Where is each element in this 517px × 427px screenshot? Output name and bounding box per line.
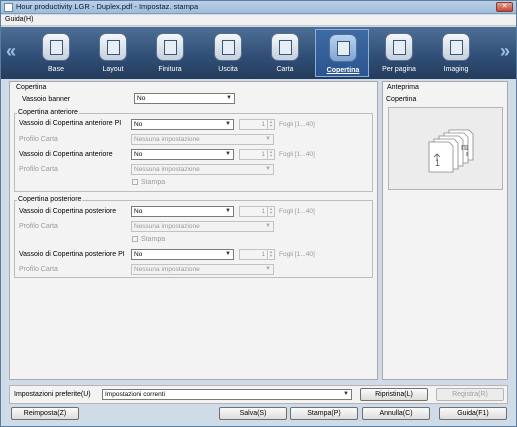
- paper-icon: [271, 33, 299, 61]
- tab-label: Finitura: [158, 66, 182, 73]
- restore-button[interactable]: Ripristina(L): [360, 388, 428, 401]
- tab-label: Imaging: [443, 66, 469, 73]
- save-button[interactable]: Salva(S): [219, 407, 287, 420]
- back-pi-profile-select[interactable]: Nessuna impostazione ▼: [131, 264, 274, 275]
- cover-preview-icon: n 1 1: [428, 129, 474, 173]
- preview-page-label-last: 1: [465, 145, 469, 152]
- tab-base[interactable]: Base: [29, 29, 83, 77]
- back-pi-tray-label: Vassoio di Copertina posteriore PI: [19, 251, 125, 258]
- base-icon: [42, 33, 70, 61]
- favorites-label: Impostazioni preferite(U): [14, 391, 91, 398]
- tab-label: Per pagina: [382, 66, 416, 73]
- imaging-icon: [442, 33, 470, 61]
- front-pi-sheets-stepper[interactable]: 1 ▲ ▼: [239, 119, 275, 130]
- back-profile-select[interactable]: Nessuna impostazione ▼: [131, 221, 274, 232]
- cover-title: Copertina: [15, 84, 48, 91]
- print-settings-window: Hour productivity LGR - Duplex.pdf - Imp…: [0, 0, 517, 427]
- close-button[interactable]: ✕: [496, 2, 513, 12]
- back-print-label: Stampa: [141, 236, 166, 243]
- preview-title: Anteprima: [386, 84, 420, 91]
- back-pi-tray-select[interactable]: No ▼: [131, 249, 234, 260]
- tab-label: Carta: [276, 66, 294, 73]
- front-tray-label: Vassoio di Copertina anteriore: [19, 151, 113, 158]
- title-bar[interactable]: Hour productivity LGR - Duplex.pdf - Imp…: [1, 1, 516, 14]
- banner-tray-select[interactable]: No ▼: [134, 93, 235, 104]
- print-button[interactable]: Stampa(P): [290, 407, 358, 420]
- back-print-checkbox[interactable]: [132, 236, 138, 242]
- per-page-icon: [385, 33, 413, 61]
- tab-label: Copertina: [326, 67, 360, 74]
- back-tray-select[interactable]: No ▼: [131, 206, 234, 217]
- tab-label: Base: [48, 66, 64, 73]
- front-print-label: Stampa: [141, 179, 166, 186]
- cover-panel: Copertina Vassoio banner No ▼ Copertina a…: [9, 81, 378, 380]
- preview-page-label-1: 1: [435, 158, 440, 168]
- front-profile-select[interactable]: Nessuna impostazione ▼: [131, 164, 274, 175]
- back-pi-sheets-stepper[interactable]: 1 ▲ ▼: [239, 249, 275, 260]
- menu-bar: Guida(H): [1, 15, 516, 26]
- banner-tray-label: Vassoio banner: [22, 96, 71, 103]
- back-cover-title: Copertina posteriore: [17, 196, 83, 203]
- favorites-row: Impostazioni preferite(U) Impostazioni c…: [9, 385, 508, 404]
- output-icon: [214, 33, 242, 61]
- tab-label: Uscita: [218, 66, 238, 73]
- back-pi-profile-label: Profilo Carta: [19, 266, 58, 273]
- tab-label: Layout: [102, 66, 124, 73]
- tab-finishing[interactable]: Finitura: [143, 29, 197, 77]
- front-profile-label: Profilo Carta: [19, 166, 58, 173]
- front-sheets-range: Fogli [1...40]: [279, 151, 315, 158]
- back-sheets-stepper[interactable]: 1 ▲ ▼: [239, 206, 275, 217]
- preview-subtitle: Copertina: [386, 96, 417, 103]
- tab-output[interactable]: Uscita: [201, 29, 255, 77]
- back-profile-label: Profilo Carta: [19, 223, 58, 230]
- front-pi-tray-select[interactable]: No ▼: [131, 119, 234, 130]
- cover-icon: [329, 34, 357, 62]
- front-pi-profile-select[interactable]: Nessuna impostazione ▼: [131, 134, 274, 145]
- front-cover-title: Copertina anteriore: [17, 109, 79, 116]
- cancel-button[interactable]: Annulla(C): [362, 407, 430, 420]
- scroll-right-icon[interactable]: »: [500, 41, 510, 62]
- menu-help[interactable]: Guida(H): [5, 16, 33, 23]
- back-tray-label: Vassoio di Copertina posteriore: [19, 208, 117, 215]
- reset-button[interactable]: Reimposta(Z): [11, 407, 79, 420]
- scroll-left-icon[interactable]: «: [6, 41, 16, 62]
- tab-imaging[interactable]: Imaging: [429, 29, 483, 77]
- tab-per-page[interactable]: Per pagina: [372, 29, 426, 77]
- category-toolbar: « Base Layout Finitura Uscita Carta Cope…: [1, 27, 516, 79]
- close-icon: ✕: [501, 3, 508, 10]
- tab-cover[interactable]: Copertina: [315, 29, 369, 77]
- finishing-icon: [156, 33, 184, 61]
- layout-icon: [99, 33, 127, 61]
- front-pi-tray-label: Vassoio di Copertina anteriore PI: [19, 120, 122, 127]
- tab-paper[interactable]: Carta: [258, 29, 312, 77]
- front-tray-select[interactable]: No ▼: [131, 149, 234, 160]
- front-sheets-stepper[interactable]: 1 ▲ ▼: [239, 149, 275, 160]
- preview-image: n 1 1: [388, 107, 503, 190]
- help-button[interactable]: Guida(F1): [439, 407, 507, 420]
- front-print-checkbox[interactable]: [132, 179, 138, 185]
- favorites-select[interactable]: Impostazioni correnti ▼: [102, 389, 352, 400]
- app-icon: [4, 3, 13, 12]
- front-pi-profile-label: Profilo Carta: [19, 136, 58, 143]
- register-button[interactable]: Registra(R): [436, 388, 504, 401]
- back-pi-sheets-range: Fogli [1...40]: [279, 251, 315, 258]
- front-pi-sheets-range: Fogli [1...40]: [279, 121, 315, 128]
- tab-layout[interactable]: Layout: [86, 29, 140, 77]
- back-sheets-range: Fogli [1...40]: [279, 208, 315, 215]
- window-title: Hour productivity LGR - Duplex.pdf - Imp…: [16, 2, 199, 11]
